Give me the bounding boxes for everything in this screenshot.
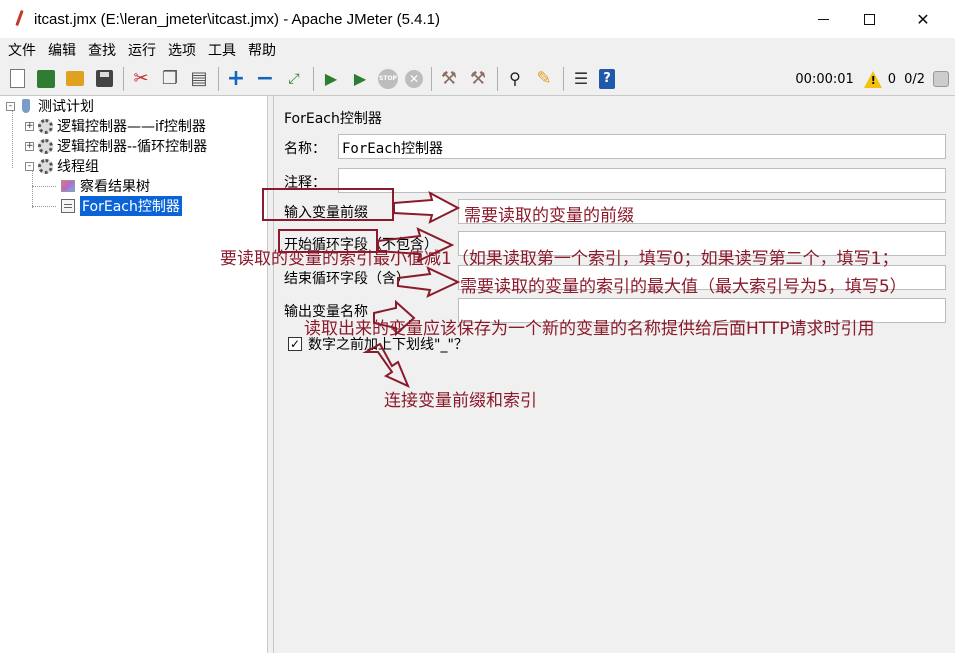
- new-button[interactable]: [6, 68, 28, 90]
- gear-icon: [37, 138, 53, 154]
- tree-connector: [32, 186, 56, 187]
- tree-node-label: 测试计划: [38, 99, 94, 115]
- expand-toggle[interactable]: +: [25, 121, 34, 131]
- new-file-icon: [9, 69, 25, 88]
- toggle-icon[interactable]: ⤢: [283, 68, 305, 90]
- tree-connector: [12, 108, 13, 168]
- menu-tools[interactable]: 工具: [206, 40, 238, 60]
- cut-icon[interactable]: ✂: [130, 68, 152, 90]
- menu-help[interactable]: 帮助: [246, 40, 278, 60]
- annotation-output-var: 读取出来的变量应该保存为一个新的变量的名称提供给后面HTTP请求时引用: [304, 319, 875, 339]
- templates-icon: [37, 69, 55, 88]
- tree-connector: [32, 206, 56, 207]
- expand-toggle[interactable]: +: [25, 141, 34, 151]
- foreach-icon: [60, 198, 76, 214]
- maximize-icon: [863, 13, 875, 25]
- warning-icon[interactable]: [863, 70, 882, 88]
- end-index-label: 结束循环字段（含）: [284, 271, 410, 287]
- toolbar-separator: [218, 66, 219, 91]
- results-tree-icon: [60, 178, 76, 194]
- annotation-input-prefix: 需要读取的变量的前缀: [464, 206, 634, 226]
- minimize-icon: [817, 18, 829, 20]
- panel-splitter[interactable]: [268, 96, 274, 653]
- tree-node-thread-group[interactable]: - 线程组: [25, 156, 99, 176]
- annotation-box-prefix: [262, 188, 394, 221]
- jmeter-feather-icon: [12, 10, 26, 28]
- gear-icon: [37, 158, 53, 174]
- expand-all-icon[interactable]: +: [225, 67, 247, 90]
- menu-options[interactable]: 选项: [166, 40, 198, 60]
- tree-node-label: 察看结果树: [80, 179, 150, 195]
- window-title: itcast.jmx (E:\leran_jmeter\itcast.jmx) …: [34, 10, 440, 28]
- menu-bar: 文件 编辑 查找 运行 选项 工具 帮助: [0, 38, 955, 62]
- close-icon: ✕: [916, 9, 930, 29]
- menu-file[interactable]: 文件: [6, 40, 38, 60]
- clear-icon[interactable]: ⚒: [438, 68, 460, 90]
- panel-title: ForEach控制器: [284, 111, 382, 127]
- menu-run[interactable]: 运行: [126, 40, 158, 60]
- open-folder-icon: [66, 71, 84, 86]
- start-icon[interactable]: ▶: [320, 68, 342, 90]
- annotation-separator: 连接变量前缀和索引: [384, 391, 537, 411]
- tree-node-label: 逻辑控制器--循环控制器: [57, 139, 208, 155]
- annotation-start-index: 要读取的变量的索引最小值减1（如果读取第一个索引，填写0；如果读写第二个，填写1…: [220, 249, 899, 269]
- tree-node-label: 逻辑控制器——if控制器: [57, 119, 206, 135]
- foreach-controller-panel: ForEach控制器 名称： ForEach控制器 注释： 输入变量前缀 开始循…: [275, 96, 955, 653]
- shutdown-icon[interactable]: ✕: [405, 69, 423, 88]
- elapsed-timer: 00:00:01: [795, 71, 854, 87]
- name-field[interactable]: ForEach控制器: [338, 134, 946, 159]
- binoculars-search-icon[interactable]: ⚲: [504, 68, 526, 90]
- toolbar-separator: [563, 66, 564, 91]
- maximize-button[interactable]: [846, 0, 892, 38]
- title-bar: itcast.jmx (E:\leran_jmeter\itcast.jmx) …: [0, 0, 955, 38]
- run-indicator: [933, 71, 949, 87]
- menu-edit[interactable]: 编辑: [46, 40, 78, 60]
- toolbar: ✂ ❐ ▤ + − ⤢ ▶ ▶ STOP ✕ ⚒ ⚒ ⚲ ✎ ☰ ? 00:00…: [0, 62, 955, 96]
- copy-icon[interactable]: ❐: [159, 68, 181, 90]
- comment-field[interactable]: [338, 168, 946, 193]
- tree-node-loop-controller[interactable]: + 逻辑控制器--循环控制器: [25, 136, 207, 156]
- name-label: 名称：: [284, 141, 326, 157]
- tree-node-if-controller[interactable]: + 逻辑控制器——if控制器: [25, 116, 206, 136]
- active-threads: 0/2: [904, 71, 925, 87]
- toolbar-separator: [313, 66, 314, 91]
- clear-all-icon[interactable]: ⚒: [467, 68, 489, 90]
- toolbar-separator: [497, 66, 498, 91]
- save-icon: [95, 70, 113, 87]
- minimize-button[interactable]: [800, 0, 846, 38]
- jmeter-window: itcast.jmx (E:\leran_jmeter\itcast.jmx) …: [0, 0, 955, 653]
- separator-checkbox[interactable]: ✓: [288, 337, 302, 351]
- menu-search[interactable]: 查找: [86, 40, 118, 60]
- test-plan-tree: - 测试计划 + 逻辑控制器——if控制器 + 逻辑控制器--循环控制器 - 线…: [0, 96, 268, 653]
- collapse-toggle[interactable]: -: [25, 161, 34, 171]
- tree-node-label: 线程组: [57, 159, 99, 175]
- warning-count: 0: [887, 71, 897, 87]
- start-no-pauses-icon[interactable]: ▶: [349, 68, 371, 90]
- broom-reset-icon[interactable]: ✎: [533, 68, 555, 90]
- status-area: 00:00:01 0 0/2: [795, 62, 949, 96]
- toolbar-separator: [431, 66, 432, 91]
- tree-node-view-results-tree[interactable]: 察看结果树: [60, 176, 150, 196]
- paste-icon[interactable]: ▤: [188, 68, 210, 90]
- close-button[interactable]: ✕: [900, 0, 946, 38]
- tree-node-label: ForEach控制器: [80, 196, 182, 216]
- toolbar-separator: [123, 66, 124, 91]
- tree-node-foreach-controller[interactable]: ForEach控制器: [60, 196, 182, 216]
- annotation-end-index: 需要读取的变量的索引的最大值（最大索引号为5，填写5）: [460, 277, 907, 297]
- stop-icon[interactable]: STOP: [378, 68, 398, 89]
- collapse-toggle[interactable]: -: [6, 101, 15, 111]
- tree-node-test-plan[interactable]: - 测试计划: [6, 96, 94, 116]
- templates-button[interactable]: [35, 68, 57, 90]
- function-helper-icon[interactable]: ☰: [570, 68, 592, 90]
- help-icon[interactable]: ?: [599, 68, 615, 89]
- collapse-all-icon[interactable]: −: [254, 67, 276, 90]
- gear-icon: [37, 118, 53, 134]
- test-plan-icon: [18, 98, 34, 114]
- save-button[interactable]: [93, 68, 115, 90]
- open-button[interactable]: [64, 68, 86, 90]
